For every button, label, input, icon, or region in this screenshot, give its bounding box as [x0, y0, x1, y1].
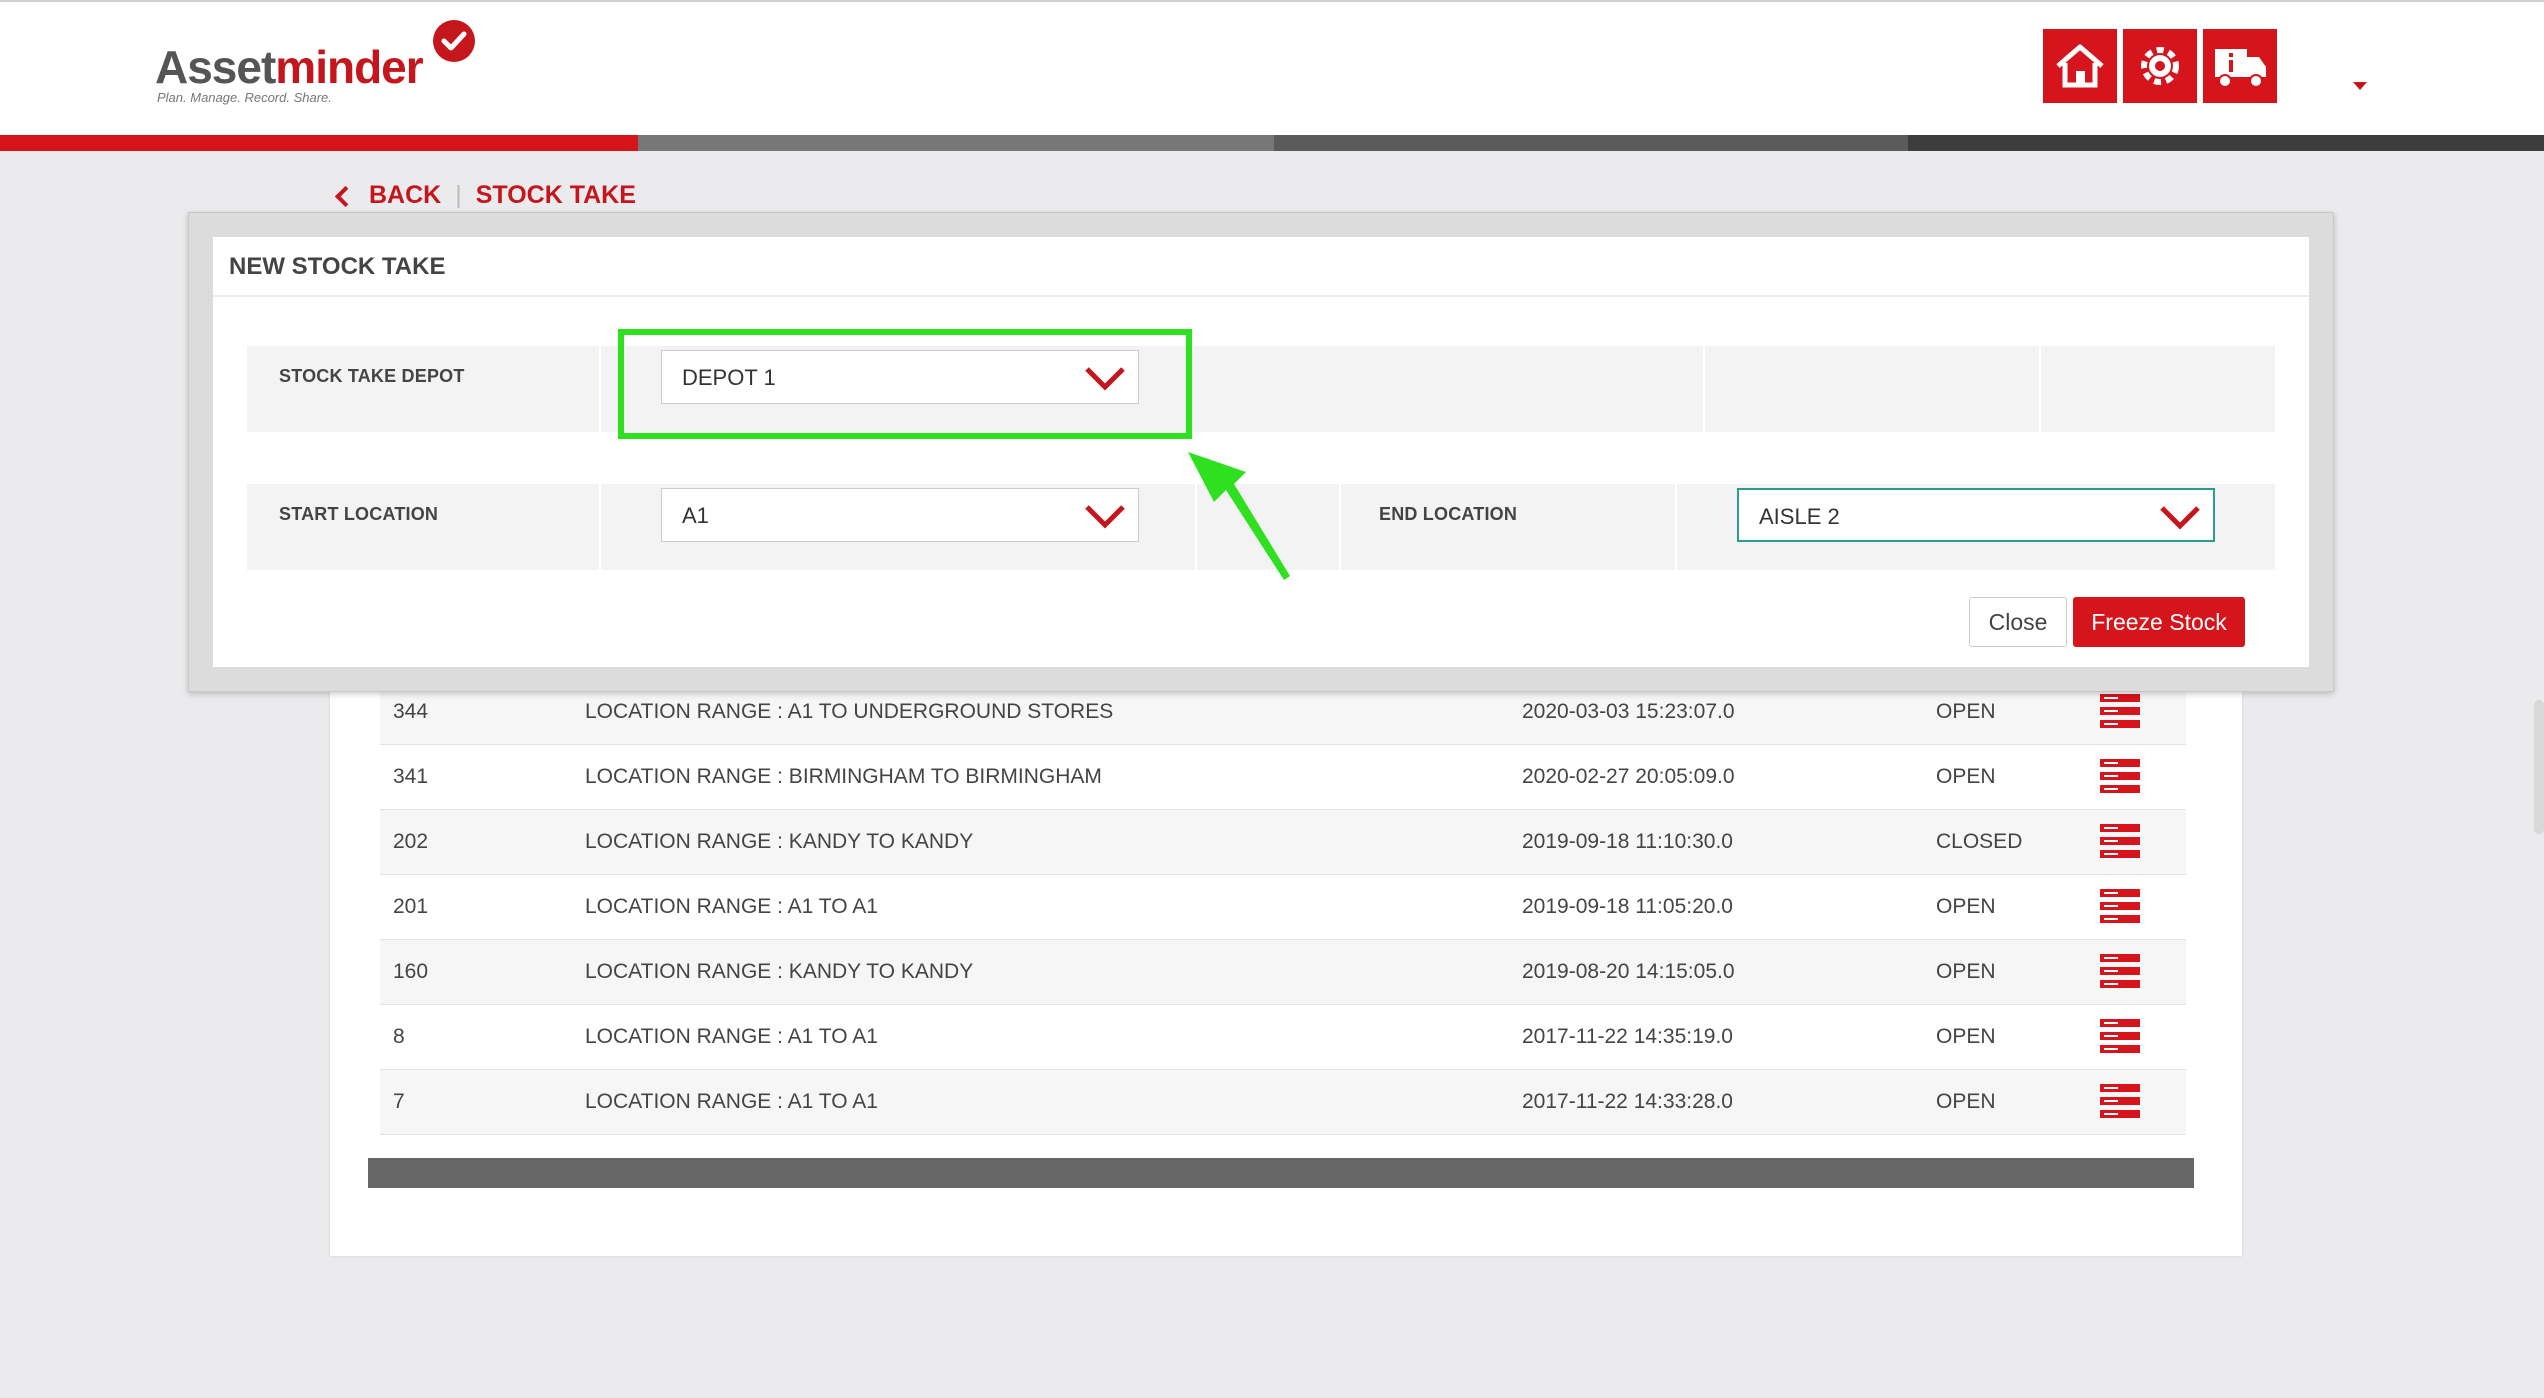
logo-text-main: Asset: [155, 41, 276, 93]
stock-take-description: LOCATION RANGE : KANDY TO KANDY: [585, 830, 974, 853]
stock-take-status: OPEN: [1936, 700, 1996, 723]
horizontal-scrollbar[interactable]: [368, 1158, 2194, 1188]
stock-take-id: 160: [393, 960, 429, 983]
logo-checkmark-icon: [433, 20, 475, 62]
view-details-list-icon[interactable]: [2100, 694, 2140, 728]
stock-take-status: CLOSED: [1936, 830, 2023, 853]
stock-take-description: LOCATION RANGE : A1 TO A1: [585, 895, 878, 918]
stock-take-table: 344 LOCATION RANGE : A1 TO UNDERGROUND ST…: [380, 680, 2186, 1135]
chevron-down-icon: [1085, 505, 1125, 529]
end-location-value: AISLE 2: [1759, 504, 1840, 529]
stock-take-date: 2019-08-20 14:15:05.0: [1522, 960, 1735, 983]
stock-take-date: 2020-02-27 20:05:09.0: [1522, 765, 1735, 788]
table-row[interactable]: 201 LOCATION RANGE : A1 TO A1 2019-09-18 1…: [380, 875, 2186, 940]
home-icon: [2056, 44, 2104, 88]
modal-divider: [213, 295, 2309, 297]
end-location-label: END LOCATION: [1379, 504, 1518, 524]
table-row[interactable]: 7 LOCATION RANGE : A1 TO A1 2017-11-22 14:…: [380, 1070, 2186, 1135]
depot-form-row: STOCK TAKE DEPOT DEPOT 1: [247, 346, 2275, 432]
settings-button[interactable]: [2123, 29, 2197, 103]
back-link[interactable]: BACK: [369, 181, 441, 210]
header-stripe-red: [0, 135, 638, 151]
breadcrumb-current[interactable]: STOCK TAKE: [476, 181, 636, 210]
stock-take-description: LOCATION RANGE : A1 TO A1: [585, 1025, 878, 1048]
stock-take-depot-label: STOCK TAKE DEPOT: [279, 366, 465, 386]
header-stripe-gray-1: [638, 135, 1274, 151]
stock-take-date: 2019-09-18 11:10:30.0: [1522, 830, 1733, 853]
row-action-button[interactable]: [2100, 889, 2140, 923]
stock-take-status: OPEN: [1936, 960, 1996, 983]
stock-take-date: 2017-11-22 14:35:19.0: [1522, 1025, 1733, 1048]
stock-take-description: LOCATION RANGE : KANDY TO KANDY: [585, 960, 974, 983]
logo-text-accent: minder: [275, 41, 423, 93]
stock-take-id: 201: [393, 895, 429, 918]
stock-take-status: OPEN: [1936, 765, 1996, 788]
delivery-truck-info-icon: [2215, 49, 2266, 88]
stock-take-status: OPEN: [1936, 895, 1996, 918]
header-stripe-gray-2: [1274, 135, 1908, 151]
row-action-button[interactable]: [2100, 1084, 2140, 1118]
stock-take-description: LOCATION RANGE : BIRMINGHAM TO BIRMINGHA…: [585, 765, 1102, 788]
logo-tagline: Plan. Manage. Record. Share.: [157, 90, 332, 105]
chevron-left-icon: [334, 185, 357, 208]
view-details-list-icon[interactable]: [2100, 1084, 2140, 1118]
table-row[interactable]: 160 LOCATION RANGE : KANDY TO KANDY 2019-0…: [380, 940, 2186, 1005]
annotation-arrow-icon: [1188, 452, 1290, 580]
row-action-button[interactable]: [2100, 694, 2140, 728]
highlight-box-annotation: [618, 329, 1192, 439]
stock-take-id: 8: [393, 1025, 405, 1048]
close-button[interactable]: Close: [1969, 597, 2067, 647]
table-row[interactable]: 202 LOCATION RANGE : KANDY TO KANDY 2019-0…: [380, 810, 2186, 875]
breadcrumb: BACK | STOCK TAKE: [334, 181, 636, 210]
view-details-list-icon[interactable]: [2100, 1019, 2140, 1053]
chevron-down-icon: [2160, 506, 2200, 530]
row-action-button[interactable]: [2100, 759, 2140, 793]
stock-take-description: LOCATION RANGE : A1 TO A1: [585, 1090, 878, 1113]
stock-take-id: 7: [393, 1090, 405, 1113]
stock-take-date: 2017-11-22 14:33:28.0: [1522, 1090, 1733, 1113]
header-icon-bar: [2043, 29, 2277, 103]
stock-take-id: 341: [393, 765, 429, 788]
vehicles-info-button[interactable]: [2203, 29, 2277, 103]
start-location-value: A1: [682, 503, 709, 528]
app-header: Assetminder Plan. Manage. Record. Share.: [0, 0, 2544, 135]
stock-take-status: OPEN: [1936, 1090, 1996, 1113]
stock-take-description: LOCATION RANGE : A1 TO UNDERGROUND STORE…: [585, 700, 1114, 723]
assetminder-logo[interactable]: Assetminder Plan. Manage. Record. Share.: [155, 20, 485, 112]
table-row[interactable]: 8 LOCATION RANGE : A1 TO A1 2017-11-22 14:…: [380, 1005, 2186, 1070]
view-details-list-icon[interactable]: [2100, 824, 2140, 858]
breadcrumb-separator: |: [455, 181, 462, 209]
row-action-button[interactable]: [2100, 954, 2140, 988]
row-action-button[interactable]: [2100, 1019, 2140, 1053]
page-vertical-scrollbar[interactable]: [2534, 700, 2544, 834]
end-location-select[interactable]: AISLE 2: [1737, 488, 2215, 542]
header-stripe-gray-3: [1908, 135, 2544, 151]
view-details-list-icon[interactable]: [2100, 759, 2140, 793]
user-menu-caret-icon[interactable]: [2353, 82, 2367, 90]
modal-title: NEW STOCK TAKE: [229, 253, 446, 280]
stock-take-id: 344: [393, 700, 429, 723]
freeze-stock-button[interactable]: Freeze Stock: [2073, 597, 2245, 647]
row-action-button[interactable]: [2100, 824, 2140, 858]
stock-take-id: 202: [393, 830, 429, 853]
settings-gear-icon: [2141, 47, 2179, 85]
stock-take-date: 2020-03-03 15:23:07.0: [1522, 700, 1735, 723]
stock-take-status: OPEN: [1936, 1025, 1996, 1048]
view-details-list-icon[interactable]: [2100, 889, 2140, 923]
start-location-label: START LOCATION: [279, 504, 439, 524]
home-button[interactable]: [2043, 29, 2117, 103]
view-details-list-icon[interactable]: [2100, 954, 2140, 988]
table-row[interactable]: 341 LOCATION RANGE : BIRMINGHAM TO BIRMIN…: [380, 745, 2186, 810]
stock-take-date: 2019-09-18 11:05:20.0: [1522, 895, 1733, 918]
start-location-select[interactable]: A1: [661, 488, 1139, 542]
